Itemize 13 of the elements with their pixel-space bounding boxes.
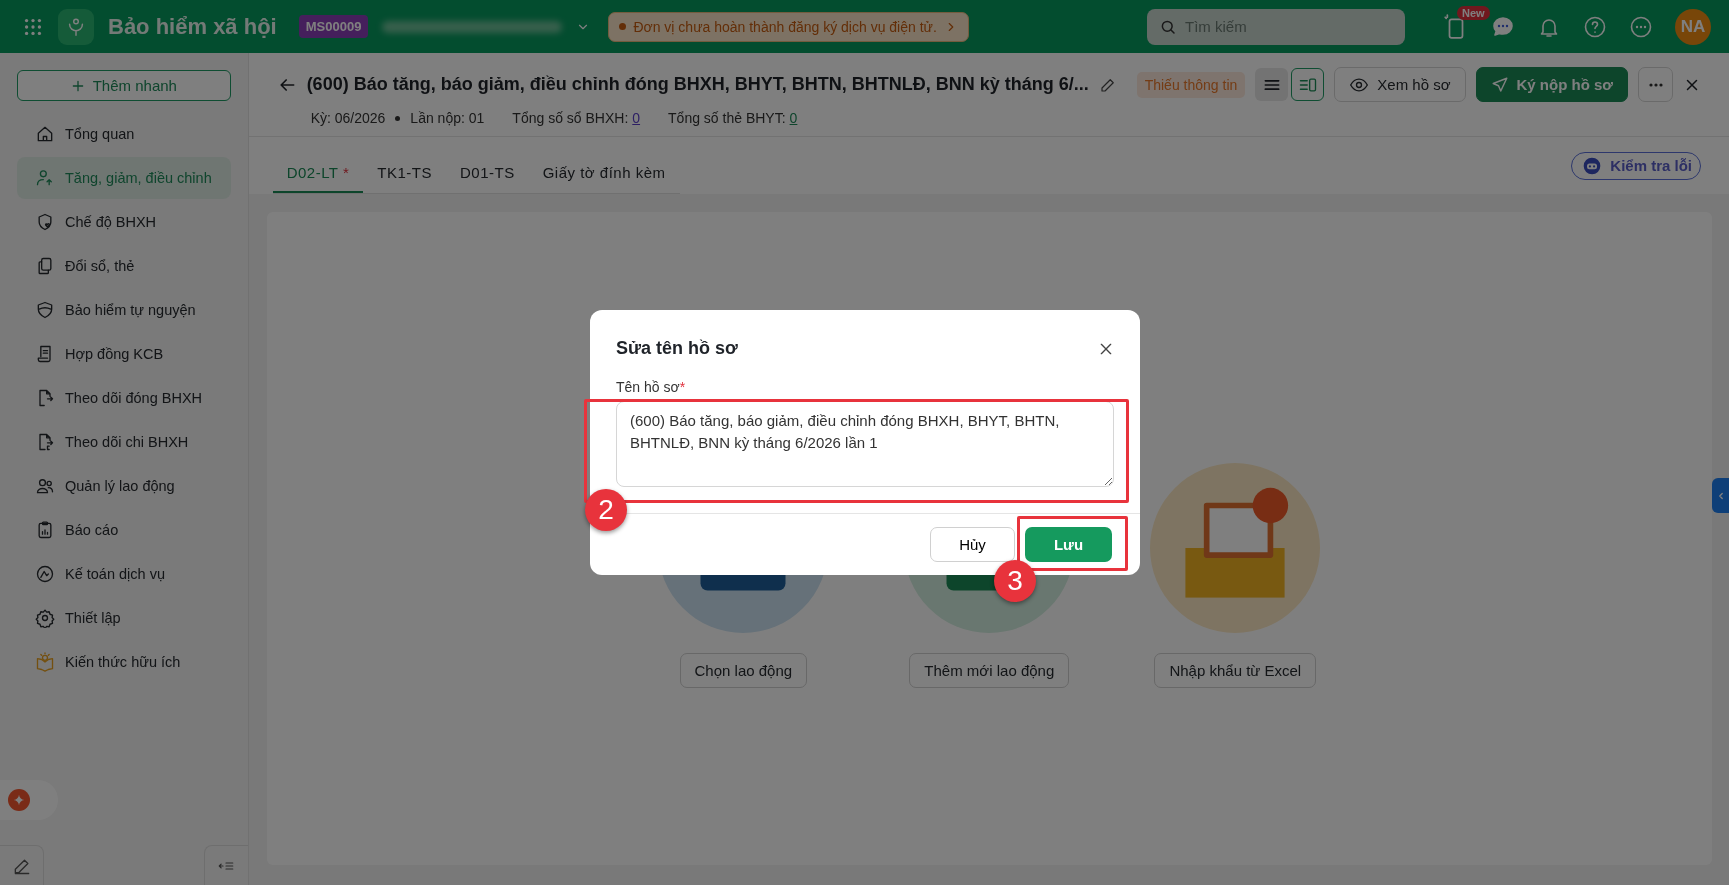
- app-title: Bảo hiểm xã hội: [108, 13, 277, 40]
- field-label: Tên hồ sơ: [616, 379, 680, 395]
- new-badge: New: [1457, 5, 1490, 20]
- notice-text: Đơn vị chưa hoàn thành đăng ký dịch vụ điện tử.: [633, 18, 937, 35]
- meta-label: Tổng số sổ BHXH:: [512, 110, 629, 126]
- unit-code-badge: MS00009: [298, 15, 369, 38]
- status-badge: Thiếu thông tin: [1136, 71, 1246, 98]
- document-title: (600) Báo tăng, báo giảm, điều chỉnh đóng BHXH, BHYT, BHTN, BHTNLĐ, BNN kỳ tháng 6/...: [306, 74, 1089, 95]
- required-mark: *: [679, 379, 686, 395]
- meta-label: Lần nộp: 01: [410, 110, 485, 126]
- meta-label: Kỳ: 06/2026: [310, 110, 386, 126]
- meta-label: Tổng số thẻ BHYT:: [668, 110, 786, 126]
- dialog-title: Sửa tên hồ sơ: [616, 338, 738, 359]
